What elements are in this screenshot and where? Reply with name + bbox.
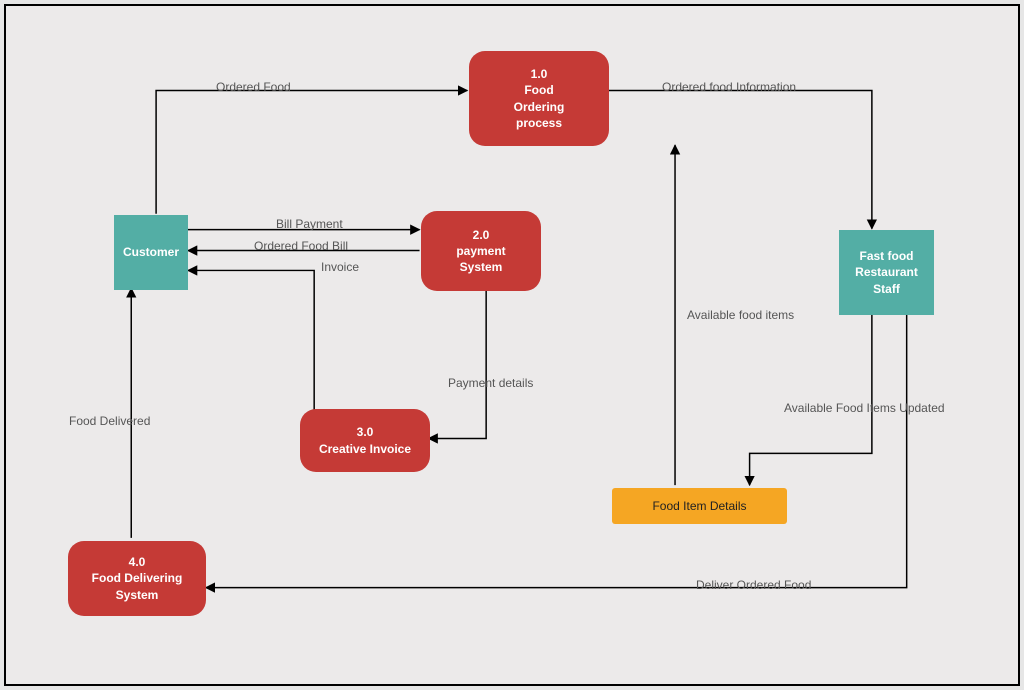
process-1-l1: Food <box>524 82 553 98</box>
entity-customer[interactable]: Customer <box>114 215 188 290</box>
process-3-l1: Creative Invoice <box>319 441 411 457</box>
process-2-id: 2.0 <box>473 227 490 243</box>
edge-label-ordered-food-bill: Ordered Food Bill <box>254 239 348 253</box>
process-2-l2: System <box>460 259 503 275</box>
process-4-l2: System <box>116 587 159 603</box>
entity-customer-label: Customer <box>123 244 179 260</box>
edge-label-food-delivered: Food Delivered <box>69 414 150 428</box>
staff-l1: Fast food <box>860 248 914 264</box>
datastore-label: Food Item Details <box>652 498 746 514</box>
process-4-id: 4.0 <box>129 554 146 570</box>
staff-l3: Staff <box>873 281 900 297</box>
staff-l2: Restaurant <box>855 264 918 280</box>
edge-label-available-updated: Available Food Items Updated <box>784 401 945 415</box>
process-2-payment-system[interactable]: 2.0 payment System <box>421 211 541 291</box>
edge-label-ordered-food: Ordered Food <box>216 80 291 94</box>
edge-label-available-food-items: Available food items <box>687 308 794 322</box>
process-1-l2: Ordering <box>514 99 565 115</box>
process-1-l3: process <box>516 115 562 131</box>
edge-label-invoice: Invoice <box>321 260 359 274</box>
process-1-food-ordering[interactable]: 1.0 Food Ordering process <box>469 51 609 146</box>
edge-label-bill-payment: Bill Payment <box>276 217 343 231</box>
process-3-creative-invoice[interactable]: 3.0 Creative Invoice <box>300 409 430 472</box>
process-3-id: 3.0 <box>357 424 374 440</box>
diagram-frame: Customer 1.0 Food Ordering process 2.0 p… <box>4 4 1020 686</box>
datastore-food-item-details[interactable]: Food Item Details <box>612 488 787 524</box>
process-2-l1: payment <box>456 243 505 259</box>
process-4-l1: Food Delivering <box>92 570 183 586</box>
edge-label-ordered-food-info: Ordered food Information <box>662 80 796 94</box>
process-1-id: 1.0 <box>531 66 548 82</box>
edge-label-payment-details: Payment details <box>448 376 533 390</box>
entity-restaurant-staff[interactable]: Fast food Restaurant Staff <box>839 230 934 315</box>
process-4-food-delivering[interactable]: 4.0 Food Delivering System <box>68 541 206 616</box>
edge-label-deliver-ordered: Deliver Ordered Food <box>696 578 811 592</box>
